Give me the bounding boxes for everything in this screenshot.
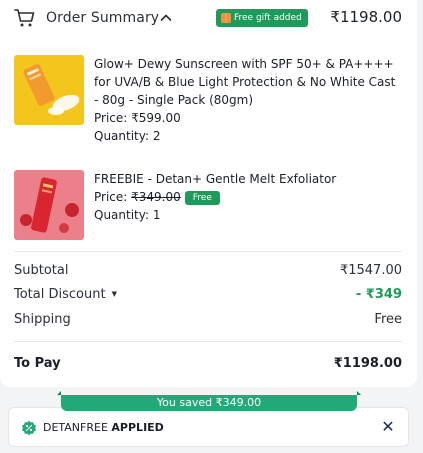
gift-icon <box>221 13 231 23</box>
subtotal-value: ₹1547.00 <box>339 263 402 278</box>
section-divider <box>14 341 402 342</box>
remove-coupon-close-icon[interactable]: ✕ <box>380 419 396 435</box>
item-details: Glow+ Dewy Sunscreen with SPF 50+ & PA++… <box>94 55 402 145</box>
quantity-label: Quantity: <box>94 208 153 222</box>
free-gift-label: Free gift added <box>234 13 302 23</box>
savings-banner: You saved ₹349.00 <box>57 391 361 411</box>
product-image-sunscreen <box>14 55 84 125</box>
coupon-label: DETANFREE APPLIED <box>43 421 164 434</box>
quantity-value: 2 <box>152 129 161 143</box>
to-pay-row: To Pay ₹1198.00 <box>14 356 402 374</box>
shipping-label: Shipping <box>14 312 71 327</box>
order-summary-title: Order Summary <box>46 10 160 26</box>
total-discount-label[interactable]: Total Discount ▼ <box>14 287 117 302</box>
item-name: Glow+ Dewy Sunscreen with SPF 50+ & PA++… <box>94 57 396 107</box>
item-quantity: Quantity: 2 <box>94 127 402 145</box>
to-pay-label: To Pay <box>14 356 61 371</box>
shopping-cart-icon <box>14 9 35 27</box>
quantity-value: 1 <box>152 208 161 222</box>
item-price: Price: ₹599.00 <box>94 109 402 127</box>
item-price: Price: ₹349.00 Free <box>94 188 402 206</box>
price-label: Price: <box>94 190 132 204</box>
discount-badge-icon <box>22 420 36 436</box>
product-image-exfoliator <box>14 170 84 240</box>
subtotal-label: Subtotal <box>14 263 69 278</box>
order-summary-card: Order Summary Free gift added ₹1198.00 G… <box>0 0 417 387</box>
total-discount-value: - ₹349 <box>355 287 402 302</box>
item-details: FREEBIE - Detan+ Gentle Melt Exfoliator … <box>94 170 402 224</box>
coupon-status: APPLIED <box>111 421 164 434</box>
free-badge: Free <box>184 191 220 205</box>
header-total-amount: ₹1198.00 <box>330 8 402 26</box>
total-discount-row[interactable]: Total Discount ▼ - ₹349 <box>14 287 402 305</box>
subtotal-row: Subtotal ₹1547.00 <box>14 263 402 281</box>
item-name: FREEBIE - Detan+ Gentle Melt Exfoliator <box>94 172 337 186</box>
shipping-row: Shipping Free <box>14 312 402 330</box>
total-discount-text: Total Discount <box>14 287 106 302</box>
chevron-up-icon[interactable] <box>160 13 172 22</box>
to-pay-value: ₹1198.00 <box>333 356 402 371</box>
caret-down-icon[interactable]: ▼ <box>112 290 117 298</box>
price-value-struck: ₹349.00 <box>131 190 181 204</box>
shipping-value: Free <box>374 312 402 327</box>
cart-item: Glow+ Dewy Sunscreen with SPF 50+ & PA++… <box>14 55 402 143</box>
free-gift-badge: Free gift added <box>216 9 308 27</box>
order-summary-header[interactable]: Order Summary Free gift added ₹1198.00 <box>14 8 402 30</box>
cart-item: FREEBIE - Detan+ Gentle Melt Exfoliator … <box>14 170 402 242</box>
price-value: ₹599.00 <box>131 111 181 125</box>
coupon-code: DETANFREE <box>43 421 108 434</box>
quantity-label: Quantity: <box>94 129 153 143</box>
section-divider <box>14 251 402 252</box>
applied-coupon-card: DETANFREE APPLIED ✕ <box>8 407 409 447</box>
price-label: Price: <box>94 111 132 125</box>
item-quantity: Quantity: 1 <box>94 206 402 224</box>
